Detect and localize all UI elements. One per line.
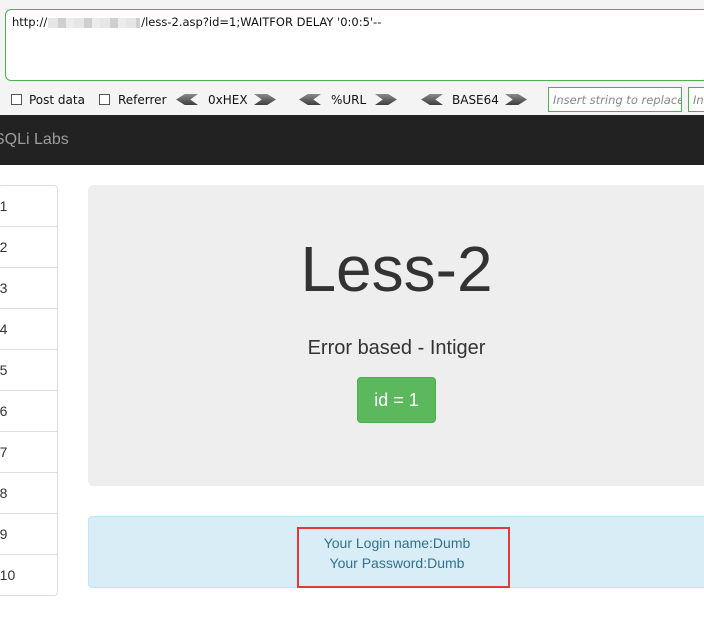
replace-string-placeholder: Insert string to replace	[553, 93, 682, 107]
referrer-checkbox[interactable]	[99, 94, 110, 105]
navbar-brand[interactable]: SQLi Labs	[0, 131, 69, 149]
page-title: Less-2	[300, 233, 493, 305]
navbar: SQLi Labs	[0, 115, 704, 165]
sidebar-item-10[interactable]: -10	[0, 555, 57, 596]
sidebar-item-1[interactable]: -1	[0, 186, 57, 227]
hex-decode-arrow-icon[interactable]	[176, 94, 198, 105]
hackbar: http:// /less-2.asp?id=1;WAITFOR DELAY '0…	[0, 0, 704, 115]
hackbar-options-row: Post data Referrer 0xHEX %URL BASE64 Ins…	[0, 86, 704, 114]
id-button[interactable]: id = 1	[357, 377, 436, 423]
replace-with-placeholder: In	[693, 93, 704, 107]
replace-with-input[interactable]: In	[688, 87, 704, 112]
referrer-label: Referrer	[118, 93, 167, 107]
url-textarea[interactable]: http:// /less-2.asp?id=1;WAITFOR DELAY '0…	[5, 9, 704, 81]
url-decode-arrow-icon[interactable]	[299, 94, 321, 105]
url-encoder-label: %URL	[331, 93, 367, 107]
sidebar-item-7[interactable]: -7	[0, 432, 57, 473]
sidebar-item-9[interactable]: -9	[0, 514, 57, 555]
redacted-host	[48, 17, 141, 28]
post-data-checkbox[interactable]	[11, 94, 22, 105]
sidebar-item-6[interactable]: -6	[0, 391, 57, 432]
sidebar-item-8[interactable]: -8	[0, 473, 57, 514]
url-encode-arrow-icon[interactable]	[375, 94, 397, 105]
sidebar-item-2[interactable]: -2	[0, 227, 57, 268]
hex-encode-arrow-icon[interactable]	[254, 94, 276, 105]
hex-encoder-label: 0xHEX	[208, 93, 248, 107]
url-prefix: http://	[12, 15, 48, 29]
post-data-label: Post data	[29, 93, 85, 107]
sidebar-item-4[interactable]: -4	[0, 309, 57, 350]
sidebar-item-3[interactable]: -3	[0, 268, 57, 309]
lesson-header: Less-2 Error based - Intiger id = 1	[88, 185, 704, 486]
url-path: /less-2.asp?id=1;WAITFOR DELAY '0:0:5'--	[141, 15, 382, 29]
red-highlight-annotation	[297, 527, 510, 588]
base64-encode-arrow-icon[interactable]	[505, 94, 527, 105]
sidebar-item-5[interactable]: -5	[0, 350, 57, 391]
base64-encoder-label: BASE64	[452, 93, 499, 107]
lesson-sidebar: -1 -2 -3 -4 -5 -6 -7 -8 -9 -10	[0, 185, 58, 596]
page-subtitle: Error based - Intiger	[307, 337, 486, 359]
replace-string-input[interactable]: Insert string to replace	[548, 87, 682, 112]
base64-decode-arrow-icon[interactable]	[421, 94, 443, 105]
